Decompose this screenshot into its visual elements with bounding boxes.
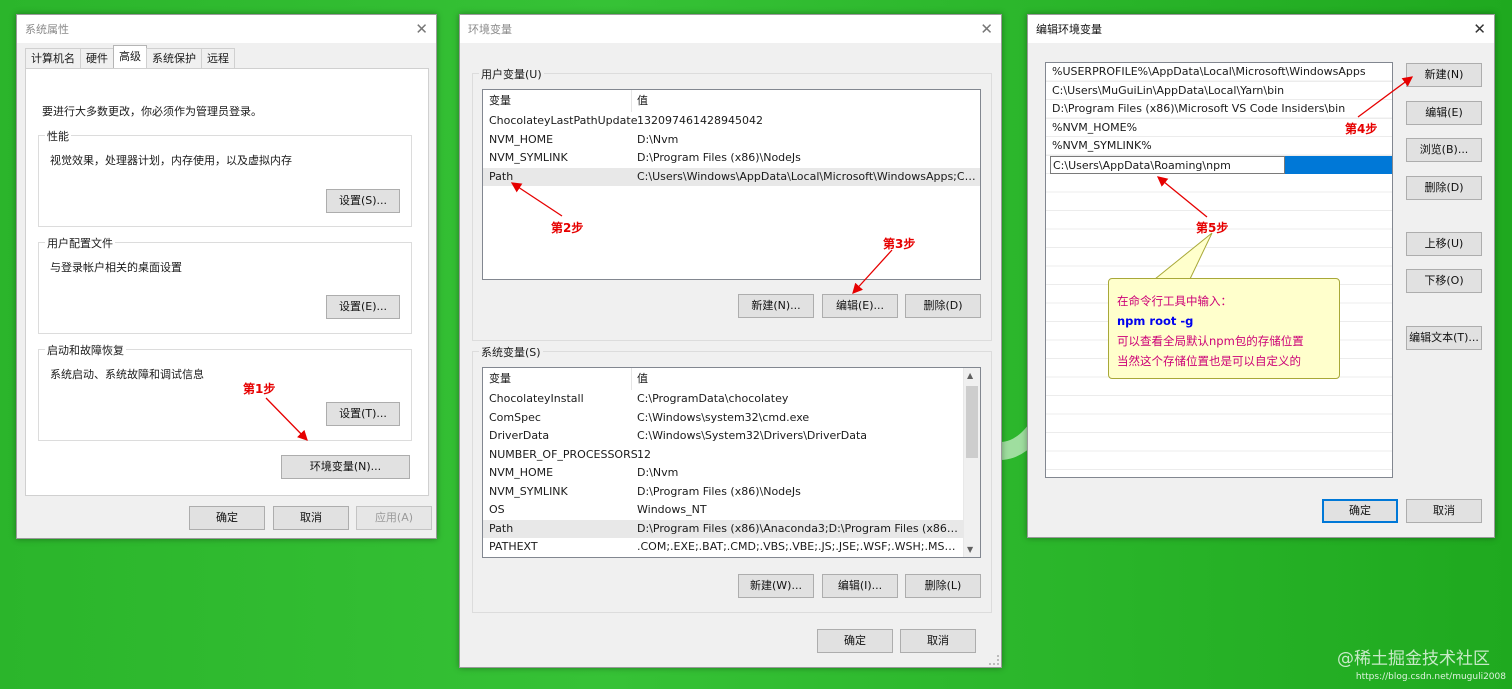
callout-note: 在命令行工具中输入： npm root -g 可以查看全局默认npm包的存储位置… — [1108, 278, 1340, 379]
step1-arrow — [265, 397, 308, 441]
step4-arrow — [1357, 76, 1414, 118]
callout-pointer — [1153, 232, 1213, 280]
note-command: npm root -g — [1117, 314, 1194, 328]
watermark-url: https://blog.csdn.net/muguli2008 — [1355, 672, 1506, 682]
watermark: @稀土掘金技术社区 — [1337, 649, 1490, 669]
note-line-1: 在命令行工具中输入： — [1117, 294, 1232, 308]
step2-arrow — [510, 182, 563, 217]
note-line-4: 当然这个存储位置也是可以自定义的 — [1117, 354, 1301, 368]
note-line-3: 可以查看全局默认npm包的存储位置 — [1117, 334, 1304, 348]
step5-arrow — [1156, 176, 1208, 218]
step3-arrow — [852, 249, 893, 294]
